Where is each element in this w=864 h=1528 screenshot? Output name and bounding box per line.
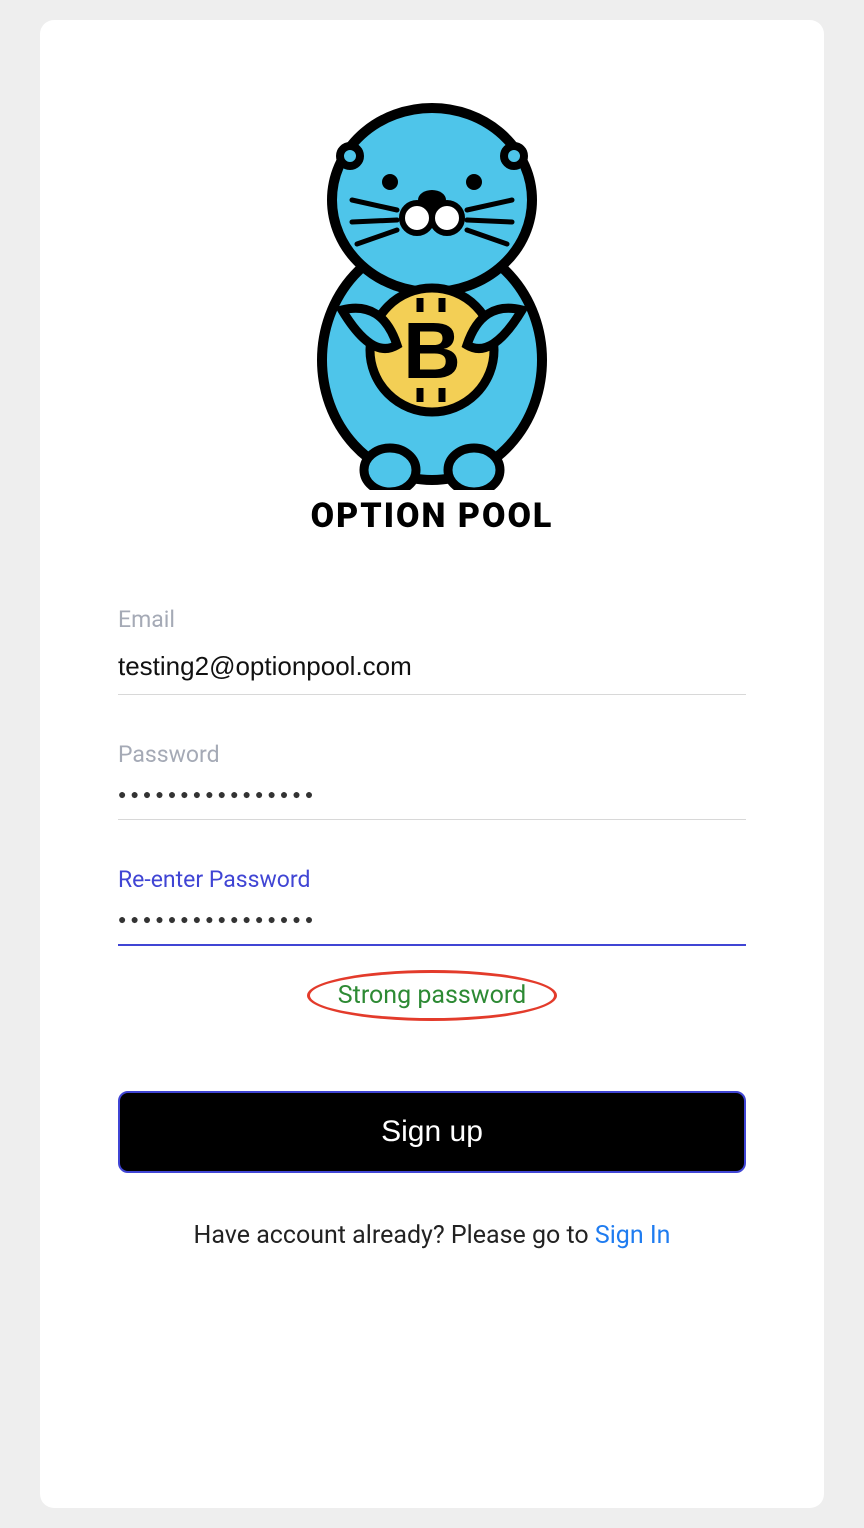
- confirm-input[interactable]: ●●●●●●●●●●●●●●●●: [118, 905, 746, 946]
- signin-link[interactable]: Sign In: [595, 1221, 671, 1250]
- confirm-label: Re-enter Password: [118, 866, 746, 893]
- signup-form: Email Password ●●●●●●●●●●●●●●●● Re-enter…: [118, 606, 746, 1250]
- confirm-field-wrap: Re-enter Password ●●●●●●●●●●●●●●●●: [118, 866, 746, 946]
- password-input[interactable]: ●●●●●●●●●●●●●●●●: [118, 780, 746, 820]
- email-label: Email: [118, 606, 746, 633]
- password-strength: Strong password: [307, 970, 557, 1021]
- password-label: Password: [118, 741, 746, 768]
- svg-text:B: B: [403, 306, 461, 395]
- signin-prompt-text: Have account already? Please go to: [194, 1221, 595, 1250]
- signup-card: B OPTION POOL Email Password ●●●●●●●●●●●…: [40, 20, 824, 1508]
- password-field-wrap: Password ●●●●●●●●●●●●●●●●: [118, 741, 746, 820]
- email-field-wrap: Email: [118, 606, 746, 695]
- signup-button[interactable]: Sign up: [118, 1091, 746, 1173]
- brand-logo: B OPTION POOL: [282, 100, 582, 536]
- otter-logo-icon: B: [282, 100, 582, 490]
- password-strength-wrap: Strong password: [118, 970, 746, 1021]
- email-input[interactable]: [118, 645, 746, 695]
- brand-name: OPTION POOL: [311, 496, 554, 536]
- signin-prompt: Have account already? Please go to Sign …: [118, 1221, 746, 1250]
